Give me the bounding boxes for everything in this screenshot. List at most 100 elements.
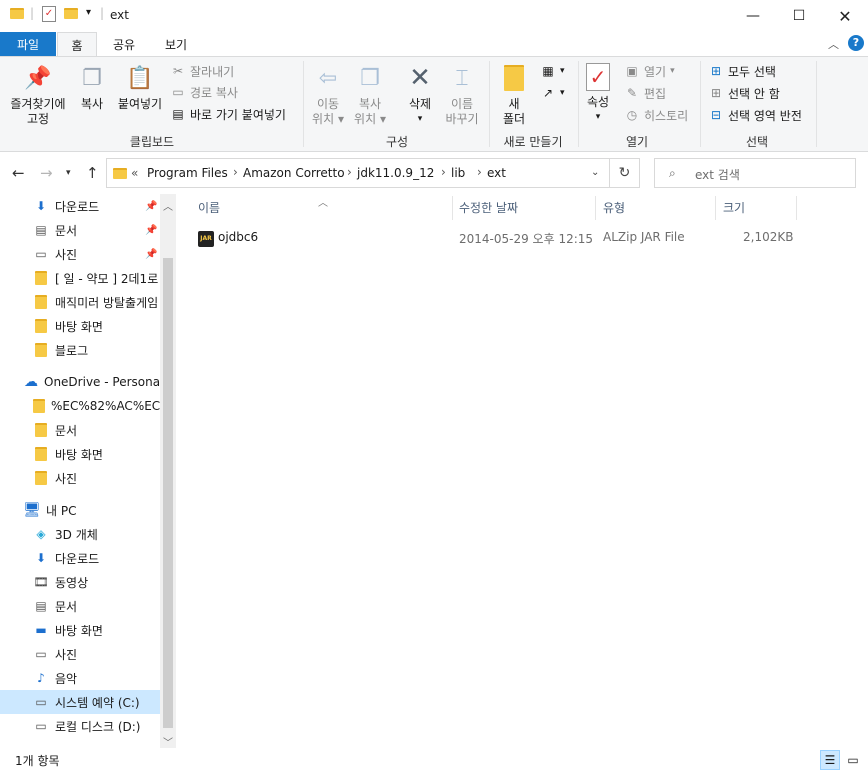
pin-to-quick-access-button[interactable]: 📌 즐겨찾기에 고정 xyxy=(6,63,70,127)
column-divider[interactable] xyxy=(715,196,716,220)
nav-item-onedrive-pictures[interactable]: 사진 xyxy=(0,466,160,490)
properties-button[interactable]: ✓ 속성 ▾ xyxy=(582,63,614,125)
breadcrumb-lib[interactable]: lib xyxy=(451,166,465,180)
open-button[interactable]: ▣ 열기 ▾ xyxy=(624,61,674,81)
nav-item-this-pc[interactable]: 🖥 내 PC xyxy=(0,498,160,522)
ribbon-tabs: 파일 홈 공유 보기 ︿ ? xyxy=(0,32,868,56)
music-note-icon: ♪ xyxy=(37,671,45,685)
easy-access-icon: ↗ xyxy=(542,86,554,100)
nav-item-onedrive-documents[interactable]: 문서 xyxy=(0,418,160,442)
breadcrumb-chevron-icon[interactable]: › xyxy=(441,165,446,179)
paste-button[interactable]: 📋 붙여넣기 xyxy=(114,63,166,112)
document-icon: ▤ xyxy=(35,599,47,613)
search-icon: ⌕ xyxy=(669,166,676,180)
nav-scrollbar[interactable]: ︿ ﹀ xyxy=(160,194,176,749)
column-header-type[interactable]: 유형 xyxy=(603,199,625,216)
details-view-button[interactable]: ☰ xyxy=(820,750,840,770)
copy-path-button[interactable]: ▭ 경로 복사 xyxy=(170,82,238,102)
new-item-button[interactable]: ▦ ▾ xyxy=(540,61,564,81)
up-arrow-icon[interactable]: ↑ xyxy=(86,164,99,182)
easy-access-button[interactable]: ↗ ▾ xyxy=(540,83,565,103)
select-all-button[interactable]: ⊞ 모두 선택 xyxy=(708,61,776,81)
edit-button[interactable]: ✎ 편집 xyxy=(624,83,666,103)
breadcrumb-ext[interactable]: ext xyxy=(487,166,506,180)
collapse-ribbon-icon[interactable]: ︿ xyxy=(828,36,839,52)
nav-item-pc-downloads[interactable]: ⬇ 다운로드 xyxy=(0,546,160,570)
nav-item-folder[interactable]: [ 일 - 약모 ] 2데1로 xyxy=(0,266,160,290)
large-icons-view-button[interactable]: ▭ xyxy=(843,750,863,770)
nav-item-music[interactable]: ♪ 음악 xyxy=(0,666,160,690)
scroll-thumb[interactable] xyxy=(163,258,173,728)
column-header-date[interactable]: 수정한 날짜 xyxy=(459,199,518,216)
refresh-button[interactable]: ↻ xyxy=(610,158,640,188)
nav-item-videos[interactable]: 🎞 동영상 xyxy=(0,570,160,594)
nav-item-pc-desktop[interactable]: ▬ 바탕 화면 xyxy=(0,618,160,642)
nav-item-documents[interactable]: ▤ 문서 📌 xyxy=(0,218,160,242)
history-button[interactable]: ◷ 히스토리 xyxy=(624,105,688,125)
nav-item-pc-pictures[interactable]: ▭ 사진 xyxy=(0,642,160,666)
copy-to-button[interactable]: ❐ 복사 위치 ▾ xyxy=(350,63,390,127)
minimize-button[interactable]: — xyxy=(730,0,776,32)
address-dropdown-icon[interactable]: ⌄ xyxy=(591,167,599,178)
nav-item-desktop[interactable]: 바탕 화면 xyxy=(0,314,160,338)
group-separator xyxy=(303,61,304,147)
column-divider[interactable] xyxy=(452,196,453,220)
paste-shortcut-button[interactable]: ▤ 바로 가기 붙여넣기 xyxy=(170,104,286,124)
nav-item-onedrive[interactable]: ☁ OneDrive - Personal xyxy=(0,370,160,394)
help-icon[interactable]: ? xyxy=(848,35,864,51)
select-none-button[interactable]: ⊞ 선택 안 함 xyxy=(708,83,780,103)
table-row[interactable]: JAR ojdbc6 2014-05-29 오후 12:15 ALZip JAR… xyxy=(190,226,800,248)
nav-item-drive-c[interactable]: ▭ 시스템 예약 (C:) xyxy=(0,690,160,714)
scroll-down-icon[interactable]: ﹀ xyxy=(162,734,174,749)
column-divider[interactable] xyxy=(796,196,797,220)
nav-item-drive-d[interactable]: ▭ 로컬 디스크 (D:) xyxy=(0,714,160,738)
breadcrumb-overflow[interactable]: « xyxy=(131,166,138,180)
folder-icon xyxy=(33,446,49,462)
maximize-button[interactable]: ☐ xyxy=(776,0,822,32)
delete-button[interactable]: ✕ 삭제 ▾ xyxy=(402,63,438,127)
nav-item-3d-objects[interactable]: ◈ 3D 개체 xyxy=(0,522,160,546)
recent-locations-chevron-icon[interactable]: ▾ xyxy=(66,168,71,178)
properties-quick-icon[interactable]: ✓ xyxy=(42,6,56,22)
nav-item-onedrive-desktop[interactable]: 바탕 화면 xyxy=(0,442,160,466)
search-input[interactable]: ext 검색 xyxy=(695,166,740,183)
nav-item-pictures[interactable]: ▭ 사진 📌 xyxy=(0,242,160,266)
rename-button[interactable]: ⌶ 이름 바꾸기 xyxy=(440,63,484,127)
nav-item-pc-documents[interactable]: ▤ 문서 xyxy=(0,594,160,618)
forward-arrow-icon[interactable]: → xyxy=(40,164,53,182)
group-label-new: 새로 만들기 xyxy=(503,135,563,149)
breadcrumb-chevron-icon[interactable]: › xyxy=(233,165,238,179)
nav-item-folder[interactable]: 매직미러 방탈출게임 xyxy=(0,290,160,314)
invert-selection-button[interactable]: ⊟ 선택 영역 반전 xyxy=(708,105,802,125)
cut-button[interactable]: ✂ 잘라내기 xyxy=(170,61,234,81)
pictures-icon: ▭ xyxy=(35,247,47,261)
pin-icon: 📌 xyxy=(145,224,158,236)
new-folder-quick-icon[interactable] xyxy=(64,8,78,19)
address-bar[interactable]: « Program Files › Amazon Corretto › jdk1… xyxy=(106,158,610,188)
breadcrumb-jdk[interactable]: jdk11.0.9_12 xyxy=(357,166,434,180)
nav-item-onedrive-folder[interactable]: %EC%82%AC%EC% xyxy=(0,394,160,418)
back-arrow-icon[interactable]: ← xyxy=(12,164,25,182)
column-header-size[interactable]: 크기 xyxy=(723,199,745,216)
column-divider[interactable] xyxy=(595,196,596,220)
tab-file[interactable]: 파일 xyxy=(0,32,56,56)
close-button[interactable]: ✕ xyxy=(822,0,868,32)
group-separator xyxy=(489,61,490,147)
quick-access-dropdown-icon[interactable]: ▾ xyxy=(86,7,91,18)
copy-button[interactable]: ❐ 복사 xyxy=(74,63,110,112)
paste-shortcut-icon: ▤ xyxy=(172,107,184,121)
breadcrumb-amazon-corretto[interactable]: Amazon Corretto xyxy=(243,166,345,180)
tab-home[interactable]: 홈 xyxy=(57,32,97,56)
nav-item-downloads[interactable]: ⬇ 다운로드 📌 xyxy=(0,194,160,218)
breadcrumb-chevron-icon[interactable]: › xyxy=(347,165,352,179)
tab-share[interactable]: 공유 xyxy=(104,32,144,56)
breadcrumb-chevron-icon[interactable]: › xyxy=(477,165,482,179)
new-folder-button[interactable]: 새 폴더 xyxy=(496,63,532,127)
move-to-button[interactable]: ⇦ 이동 위치 ▾ xyxy=(308,63,348,127)
scroll-up-icon[interactable]: ︿ xyxy=(162,198,174,213)
tab-view[interactable]: 보기 xyxy=(156,32,196,56)
column-header-name[interactable]: 이름 xyxy=(198,199,220,216)
search-box[interactable]: ⌕ ext 검색 xyxy=(654,158,856,188)
breadcrumb-program-files[interactable]: Program Files xyxy=(147,166,228,180)
nav-item-blog[interactable]: 블로그 xyxy=(0,338,160,362)
